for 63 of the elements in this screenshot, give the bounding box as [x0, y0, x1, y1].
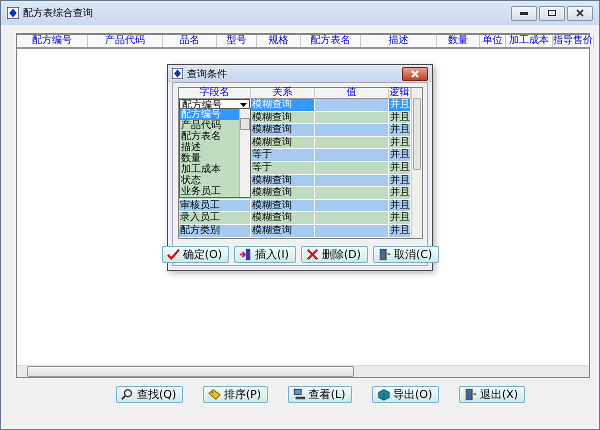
column-header[interactable]: 指导售价 — [553, 35, 594, 47]
table-row[interactable]: 录入员工 模糊查询 并且 — [179, 212, 411, 225]
close-button[interactable] — [567, 6, 593, 20]
table-cell: 并且 — [389, 99, 411, 111]
table-cell: 模糊查询 — [251, 212, 315, 224]
maximize-icon — [548, 10, 556, 16]
exit-button[interactable]: 退出(X) — [458, 386, 525, 403]
magnifier-icon — [121, 388, 134, 401]
check-icon — [166, 248, 180, 261]
close-icon — [576, 9, 584, 17]
table-cell: 审核员工 — [179, 200, 251, 212]
dropdown-option[interactable]: 业务员工 — [180, 186, 239, 197]
computer-icon — [292, 388, 306, 401]
column-header[interactable]: 描述 — [361, 35, 437, 47]
dropdown-option[interactable]: 数量 — [180, 153, 239, 164]
minimize-button[interactable] — [511, 6, 537, 20]
vertical-scrollbar[interactable] — [239, 109, 250, 197]
column-header[interactable]: 产品代码 — [88, 35, 163, 47]
tag-icon — [208, 388, 221, 401]
table-cell: 模糊查询 — [251, 99, 315, 111]
cross-icon — [306, 248, 319, 261]
column-header[interactable]: 品名 — [163, 35, 217, 47]
column-header: 关系 — [251, 88, 315, 99]
export-button[interactable]: 导出(O) — [372, 386, 440, 403]
view-button[interactable]: 查看(L) — [288, 386, 352, 403]
app-icon — [172, 68, 183, 79]
column-header[interactable]: 配方编号 — [17, 35, 88, 47]
table-cell: 模糊查询 — [251, 200, 315, 212]
cube-icon — [377, 388, 390, 401]
dialog-title: 查询条件 — [187, 68, 227, 80]
column-header[interactable]: 数量 — [437, 35, 480, 47]
column-header: 逻辑 — [389, 88, 411, 99]
ok-button[interactable]: 确定(O) — [162, 246, 230, 263]
column-header: 字段名 — [179, 88, 251, 99]
table-row[interactable]: 配方类别 模糊查询 并且 — [179, 224, 411, 238]
table-cell: 配方类别 — [179, 224, 251, 237]
table-row[interactable]: 审核员工 模糊查询 并且 — [179, 200, 411, 212]
close-button[interactable] — [402, 66, 428, 80]
column-header[interactable]: 单位 — [480, 35, 506, 47]
delete-button[interactable]: 删除(D) — [300, 246, 368, 263]
sort-button[interactable]: 排序(P) — [202, 386, 268, 403]
door-icon — [464, 388, 477, 401]
column-header[interactable]: 配方表名 — [301, 35, 361, 47]
table-cell: 模糊查询 — [251, 224, 315, 237]
maximize-button[interactable] — [539, 6, 565, 20]
close-icon — [411, 70, 419, 78]
column-header: 值 — [315, 88, 389, 99]
dropdown-option[interactable]: 状态 — [180, 175, 239, 186]
column-header[interactable]: 规格 — [257, 35, 301, 47]
column-header[interactable]: 型号 — [217, 35, 257, 47]
insert-button[interactable]: 插入(I) — [234, 246, 296, 263]
horizontal-scrollbar[interactable] — [17, 365, 589, 377]
arrow-icon — [239, 248, 252, 261]
cancel-button[interactable]: 取消(C) — [372, 246, 440, 263]
vertical-scrollbar[interactable] — [411, 88, 422, 238]
door-icon — [378, 248, 391, 261]
app-icon — [7, 7, 19, 19]
table-cell: 录入员工 — [179, 212, 251, 224]
dropdown-option[interactable]: 加工成本 — [180, 164, 239, 175]
window-title: 配方表综合查询 — [23, 6, 93, 20]
column-header[interactable]: 加工成本 — [506, 35, 553, 47]
minimize-icon — [520, 12, 528, 14]
find-button[interactable]: 查找(Q) — [116, 386, 184, 403]
